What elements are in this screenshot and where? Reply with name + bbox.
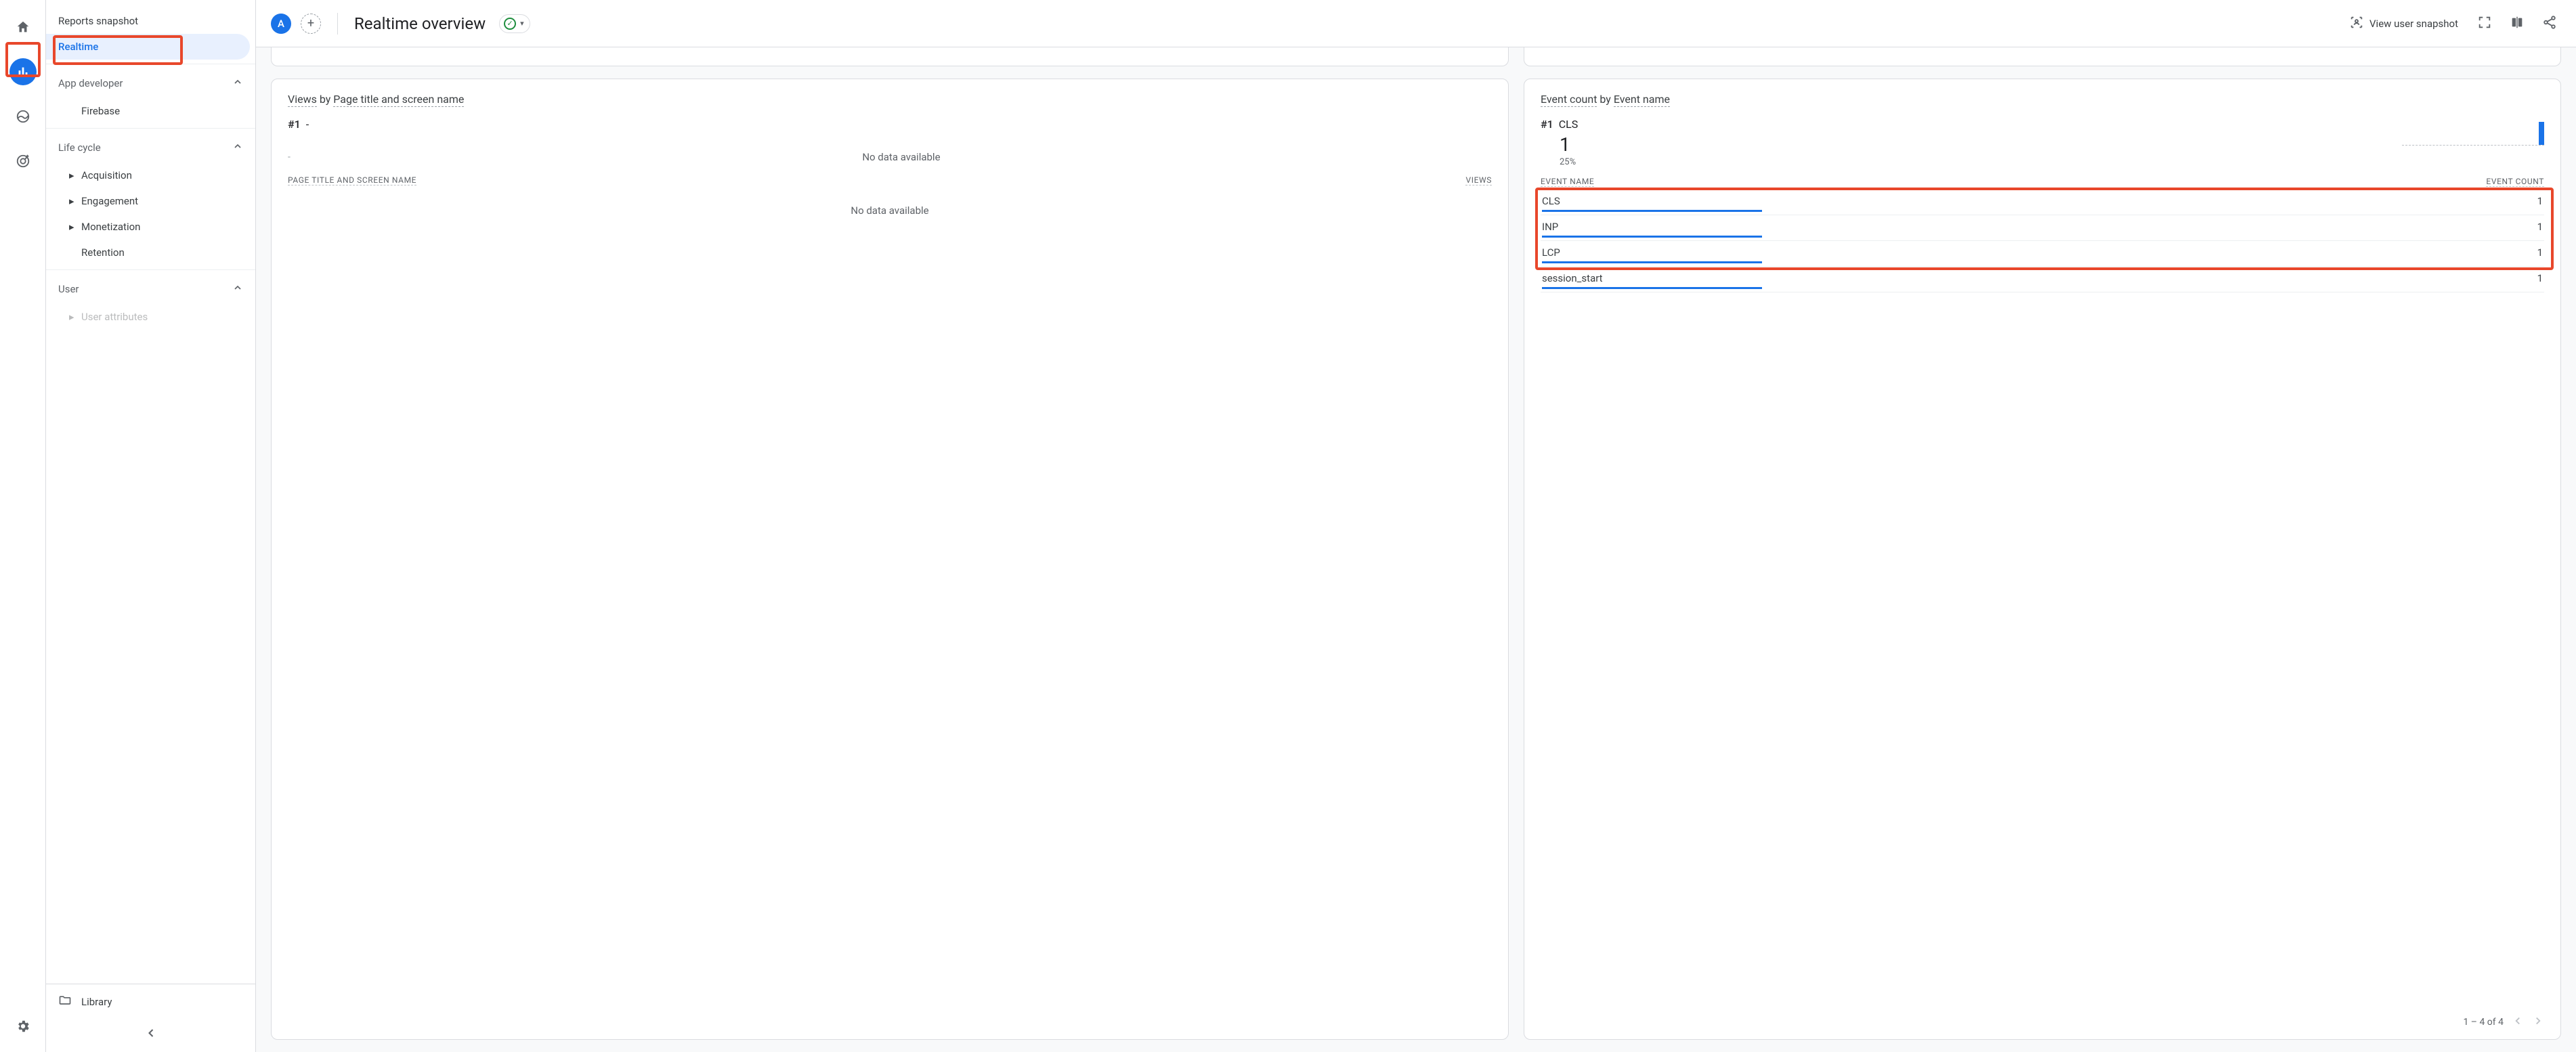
bar bbox=[1542, 210, 2543, 212]
nodata-dash: - bbox=[288, 152, 291, 162]
card-stub bbox=[1524, 47, 2561, 66]
prev-page-button[interactable] bbox=[2512, 1015, 2524, 1030]
table-row[interactable]: session_start 1 bbox=[1541, 267, 2544, 292]
check-circle-icon: ✓ bbox=[504, 18, 516, 30]
sidebar-group-label: User bbox=[58, 283, 79, 295]
sidebar-item-realtime[interactable]: Realtime bbox=[46, 34, 250, 60]
card-stub bbox=[271, 47, 1509, 66]
caret-right-icon: ▸ bbox=[69, 195, 74, 207]
table-row[interactable]: CLS 1 bbox=[1541, 190, 2544, 215]
compare-icon[interactable] bbox=[2506, 11, 2529, 37]
event-count: 1 bbox=[2537, 272, 2543, 284]
top-rank-row: #1 CLS bbox=[1541, 118, 2544, 131]
event-count: 1 bbox=[2537, 195, 2543, 207]
view-user-snapshot-button[interactable]: View user snapshot bbox=[2344, 11, 2464, 37]
bar bbox=[1542, 236, 2543, 238]
event-count: 1 bbox=[2537, 246, 2543, 259]
table-header: EVENT NAME EVENT COUNT bbox=[1541, 177, 2544, 190]
reports-icon[interactable] bbox=[9, 58, 37, 85]
table-header: PAGE TITLE AND SCREEN NAME VIEWS bbox=[288, 175, 1492, 188]
add-comparison-button[interactable]: + bbox=[301, 14, 321, 34]
segment-chip-all-users[interactable]: A bbox=[271, 14, 291, 34]
table-row[interactable]: LCP 1 bbox=[1541, 241, 2544, 267]
folder-icon bbox=[58, 994, 72, 1010]
sidebar-item-retention[interactable]: Retention bbox=[46, 240, 255, 265]
table-row[interactable]: INP 1 bbox=[1541, 215, 2544, 241]
event-count-by-name-card: Event count by Event name #1 CLS 1 25% bbox=[1524, 79, 2561, 1040]
sidebar-item-firebase[interactable]: Firebase bbox=[46, 98, 255, 124]
share-icon[interactable] bbox=[2538, 11, 2561, 37]
card-title[interactable]: Event count by Event name bbox=[1541, 93, 2544, 106]
sidebar-group-label: App developer bbox=[58, 77, 123, 89]
chevron-down-icon: ▾ bbox=[520, 19, 524, 28]
chevron-up-icon bbox=[232, 76, 243, 90]
advertising-icon[interactable] bbox=[9, 148, 37, 175]
sidebar-item-user-attributes[interactable]: ▸ User attributes bbox=[46, 304, 255, 330]
sidebar-item-library[interactable]: Library bbox=[46, 984, 255, 1020]
divider bbox=[337, 13, 338, 35]
nodata-body: No data available bbox=[851, 204, 928, 217]
caret-right-icon: ▸ bbox=[69, 169, 74, 181]
sidebar-group-app-developer[interactable]: App developer bbox=[46, 68, 255, 98]
caret-right-icon: ▸ bbox=[69, 311, 74, 323]
top-rank-row: #1 - bbox=[288, 118, 1492, 131]
topbar: A + Realtime overview ✓ ▾ View user snap… bbox=[256, 0, 2576, 47]
fullscreen-icon[interactable] bbox=[2473, 11, 2496, 37]
chevron-up-icon bbox=[232, 282, 243, 296]
chevron-up-icon bbox=[232, 141, 243, 154]
user-snapshot-icon bbox=[2349, 15, 2364, 32]
sidebar-item-acquisition[interactable]: ▸ Acquisition bbox=[46, 162, 255, 188]
page-title: Realtime overview bbox=[354, 14, 486, 33]
sidebar-item-engagement[interactable]: ▸ Engagement bbox=[46, 188, 255, 214]
main-content: A + Realtime overview ✓ ▾ View user snap… bbox=[256, 0, 2576, 1052]
event-name: session_start bbox=[1542, 272, 1603, 284]
event-rows: CLS 1 INP 1 LCP 1 session_start 1 bbox=[1541, 190, 2544, 292]
sparkline bbox=[2402, 123, 2544, 146]
bar bbox=[1542, 261, 2543, 263]
event-name: CLS bbox=[1542, 195, 1560, 207]
event-name: LCP bbox=[1542, 246, 1560, 259]
sidebar-group-label: Life cycle bbox=[58, 141, 101, 154]
event-count: 1 bbox=[2537, 221, 2543, 233]
event-name: INP bbox=[1542, 221, 1558, 233]
caret-right-icon: ▸ bbox=[69, 221, 74, 233]
settings-icon[interactable] bbox=[9, 1013, 37, 1040]
status-dropdown[interactable]: ✓ ▾ bbox=[499, 14, 530, 33]
nodata-text: No data available bbox=[311, 151, 1492, 163]
next-page-button[interactable] bbox=[2532, 1015, 2544, 1030]
sidebar-item-reports-snapshot[interactable]: Reports snapshot bbox=[46, 8, 250, 34]
card-title[interactable]: Views by Page title and screen name bbox=[288, 93, 1492, 106]
sidebar-group-user[interactable]: User bbox=[46, 274, 255, 304]
percentage: 25% bbox=[1560, 157, 2544, 167]
home-icon[interactable] bbox=[9, 14, 37, 41]
sidebar-item-monetization[interactable]: ▸ Monetization bbox=[46, 214, 255, 240]
explore-icon[interactable] bbox=[9, 103, 37, 130]
nav-rail bbox=[0, 0, 46, 1052]
report-nav-sidebar: Reports snapshot Realtime App developer … bbox=[46, 0, 256, 1052]
views-by-page-card: Views by Page title and screen name #1 -… bbox=[271, 79, 1509, 1040]
pager: 1 – 4 of 4 bbox=[1541, 1008, 2544, 1030]
collapse-sidebar-button[interactable] bbox=[46, 1020, 255, 1052]
spark-bar bbox=[2539, 122, 2544, 145]
bar bbox=[1542, 287, 2543, 289]
sidebar-group-life-cycle[interactable]: Life cycle bbox=[46, 133, 255, 162]
big-value: 1 bbox=[1560, 133, 2544, 156]
